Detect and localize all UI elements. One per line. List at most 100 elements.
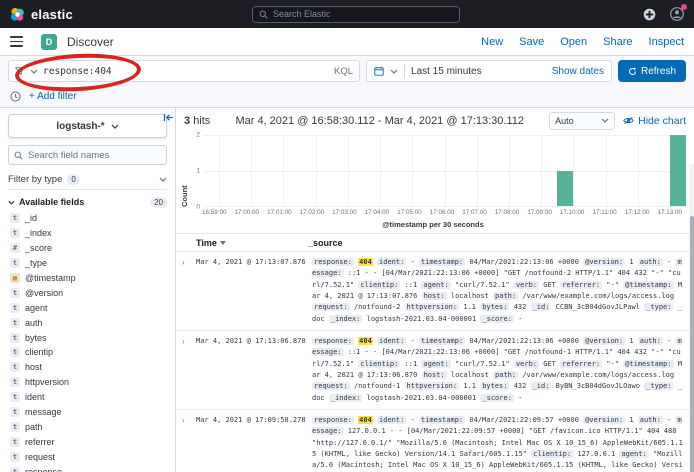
query-text[interactable]: response:404 — [43, 66, 329, 77]
nav-link-share[interactable]: Share — [603, 36, 632, 48]
field-item-host[interactable]: thost — [8, 360, 167, 375]
elastic-brand[interactable]: elastic — [10, 7, 73, 22]
menu-icon[interactable] — [10, 36, 23, 46]
field-list: t_idt_index#_scoret_type▦@timestampt@ver… — [8, 211, 167, 472]
source-field-badge: httpversion: — [405, 303, 460, 311]
discover-main: 3 hits Mar 4, 2021 @ 16:58:30.112 - Mar … — [176, 108, 694, 472]
field-search-input[interactable]: Search field names — [8, 145, 167, 165]
expand-row-icon[interactable]: › — [182, 257, 190, 325]
search-icon — [259, 10, 268, 19]
field-item-clientip[interactable]: tclientip — [8, 345, 167, 360]
nav-link-open[interactable]: Open — [560, 36, 587, 48]
query-language-button[interactable]: KQL — [334, 66, 353, 77]
table-row: ›Mar 4, 2021 @ 17:09:58.278response: 404… — [176, 409, 694, 472]
time-range-display: Mar 4, 2021 @ 16:58:30.112 - Mar 4, 2021… — [218, 115, 541, 127]
add-filter-button[interactable]: + Add filter — [29, 91, 77, 102]
user-avatar[interactable] — [670, 7, 684, 21]
x-tick: 17:12:00 — [625, 209, 650, 216]
y-axis-ticks: 210 — [189, 135, 203, 207]
field-item-auth[interactable]: tauth — [8, 315, 167, 330]
source-field-badge: timestamp: — [419, 258, 465, 266]
source-field-badge: @timestamp: — [623, 281, 673, 289]
field-item-_index[interactable]: t_index — [8, 226, 167, 241]
field-item-request[interactable]: t request — [8, 449, 167, 464]
source-field-badge: clientip: — [531, 450, 573, 458]
field-item-message[interactable]: tmessage — [8, 405, 167, 420]
source-field-badge: verb: — [514, 360, 539, 368]
query-input[interactable]: response:404 KQL — [8, 60, 360, 82]
field-item-bytes[interactable]: tbytes — [8, 330, 167, 345]
source-field-badge: response: — [312, 337, 354, 345]
expand-row-icon[interactable]: › — [182, 415, 190, 472]
source-field-badge: request: — [312, 382, 350, 390]
field-item-version[interactable]: t@version — [8, 285, 167, 300]
source-field-badge: auth: — [638, 337, 663, 345]
string-field-icon: t — [10, 228, 20, 238]
source-field-badge: timestamp: — [419, 416, 465, 424]
divider — [404, 64, 405, 78]
chart-plot-area — [203, 135, 686, 207]
calendar-icon[interactable] — [374, 66, 384, 76]
x-tick: 17:02:00 — [300, 209, 325, 216]
global-search-input[interactable]: Search Elastic — [252, 6, 460, 23]
source-field-badge: bytes: — [480, 303, 509, 311]
help-icon[interactable] — [643, 8, 656, 21]
nav-link-inspect[interactable]: Inspect — [649, 36, 684, 48]
page-title: Discover — [67, 35, 114, 49]
field-item-httpversion[interactable]: thttpversion — [8, 375, 167, 390]
field-item-response[interactable]: tresponse — [8, 464, 167, 472]
field-name: request — [25, 452, 55, 462]
field-item-timestamp[interactable]: ▦@timestamp — [8, 271, 167, 286]
field-item-_id[interactable]: t_id — [8, 211, 167, 226]
y-axis-label: Count — [180, 135, 189, 207]
gridline — [573, 135, 574, 206]
source-field-badge: path: — [493, 292, 518, 300]
nav-link-save[interactable]: Save — [519, 36, 544, 48]
nav-link-new[interactable]: New — [481, 36, 503, 48]
index-pattern-selector[interactable]: logstash-* — [8, 114, 167, 138]
filter-by-type-button[interactable]: Filter by type 0 — [8, 170, 167, 190]
field-item-referrer[interactable]: treferrer — [8, 434, 167, 449]
search-icon — [14, 151, 23, 160]
expand-row-icon[interactable]: › — [182, 336, 190, 404]
filter-history-icon[interactable] — [10, 91, 21, 102]
field-item-ident[interactable]: tident — [8, 390, 167, 405]
refresh-button[interactable]: Refresh — [618, 60, 686, 82]
gridline — [541, 135, 542, 206]
scrollbar-thumb[interactable] — [690, 216, 694, 472]
available-fields-header[interactable]: Available fields 20 — [8, 193, 167, 211]
global-header: elastic Search Elastic — [0, 0, 694, 28]
source-field-badge: httpversion: — [405, 382, 460, 390]
notification-dot — [681, 4, 687, 10]
x-tick: 17:05:00 — [397, 209, 422, 216]
field-item-agent[interactable]: tagent — [8, 300, 167, 315]
column-header-time[interactable]: Time — [196, 238, 308, 248]
source-field-badge: response: — [312, 416, 354, 424]
saved-query-icon[interactable] — [15, 66, 25, 76]
source-field-badge: agent: — [421, 360, 450, 368]
x-tick: 17:08:00 — [495, 209, 520, 216]
histogram-bar[interactable] — [557, 171, 573, 207]
field-item-_type[interactable]: t_type — [8, 256, 167, 271]
scrollbar-track[interactable] — [689, 164, 694, 472]
histogram-bar[interactable] — [670, 135, 686, 206]
gridline — [316, 135, 317, 206]
collapse-sidebar-icon[interactable] — [163, 113, 174, 122]
source-field-badge: clientip: — [358, 281, 400, 289]
gridline — [638, 135, 639, 206]
hide-chart-button[interactable]: Hide chart — [623, 115, 686, 127]
global-search-placeholder: Search Elastic — [273, 9, 331, 19]
time-range-button[interactable]: Last 15 minutes — [411, 66, 546, 77]
gridline — [348, 135, 349, 206]
row-timestamp: Mar 4, 2021 @ 17:13:07.876 — [196, 257, 306, 325]
chevron-down-icon[interactable] — [390, 69, 398, 74]
discover-app-badge[interactable]: D — [41, 34, 57, 50]
brand-name: elastic — [31, 7, 73, 22]
field-item-path[interactable]: tpath — [8, 419, 167, 434]
source-field-badge: bytes: — [480, 382, 509, 390]
interval-select[interactable]: Auto — [549, 112, 615, 130]
x-tick: 17:13:00 — [657, 209, 682, 216]
field-item-_score[interactable]: #_score — [8, 241, 167, 256]
string-field-icon: t — [10, 452, 20, 462]
show-dates-button[interactable]: Show dates — [552, 66, 604, 77]
